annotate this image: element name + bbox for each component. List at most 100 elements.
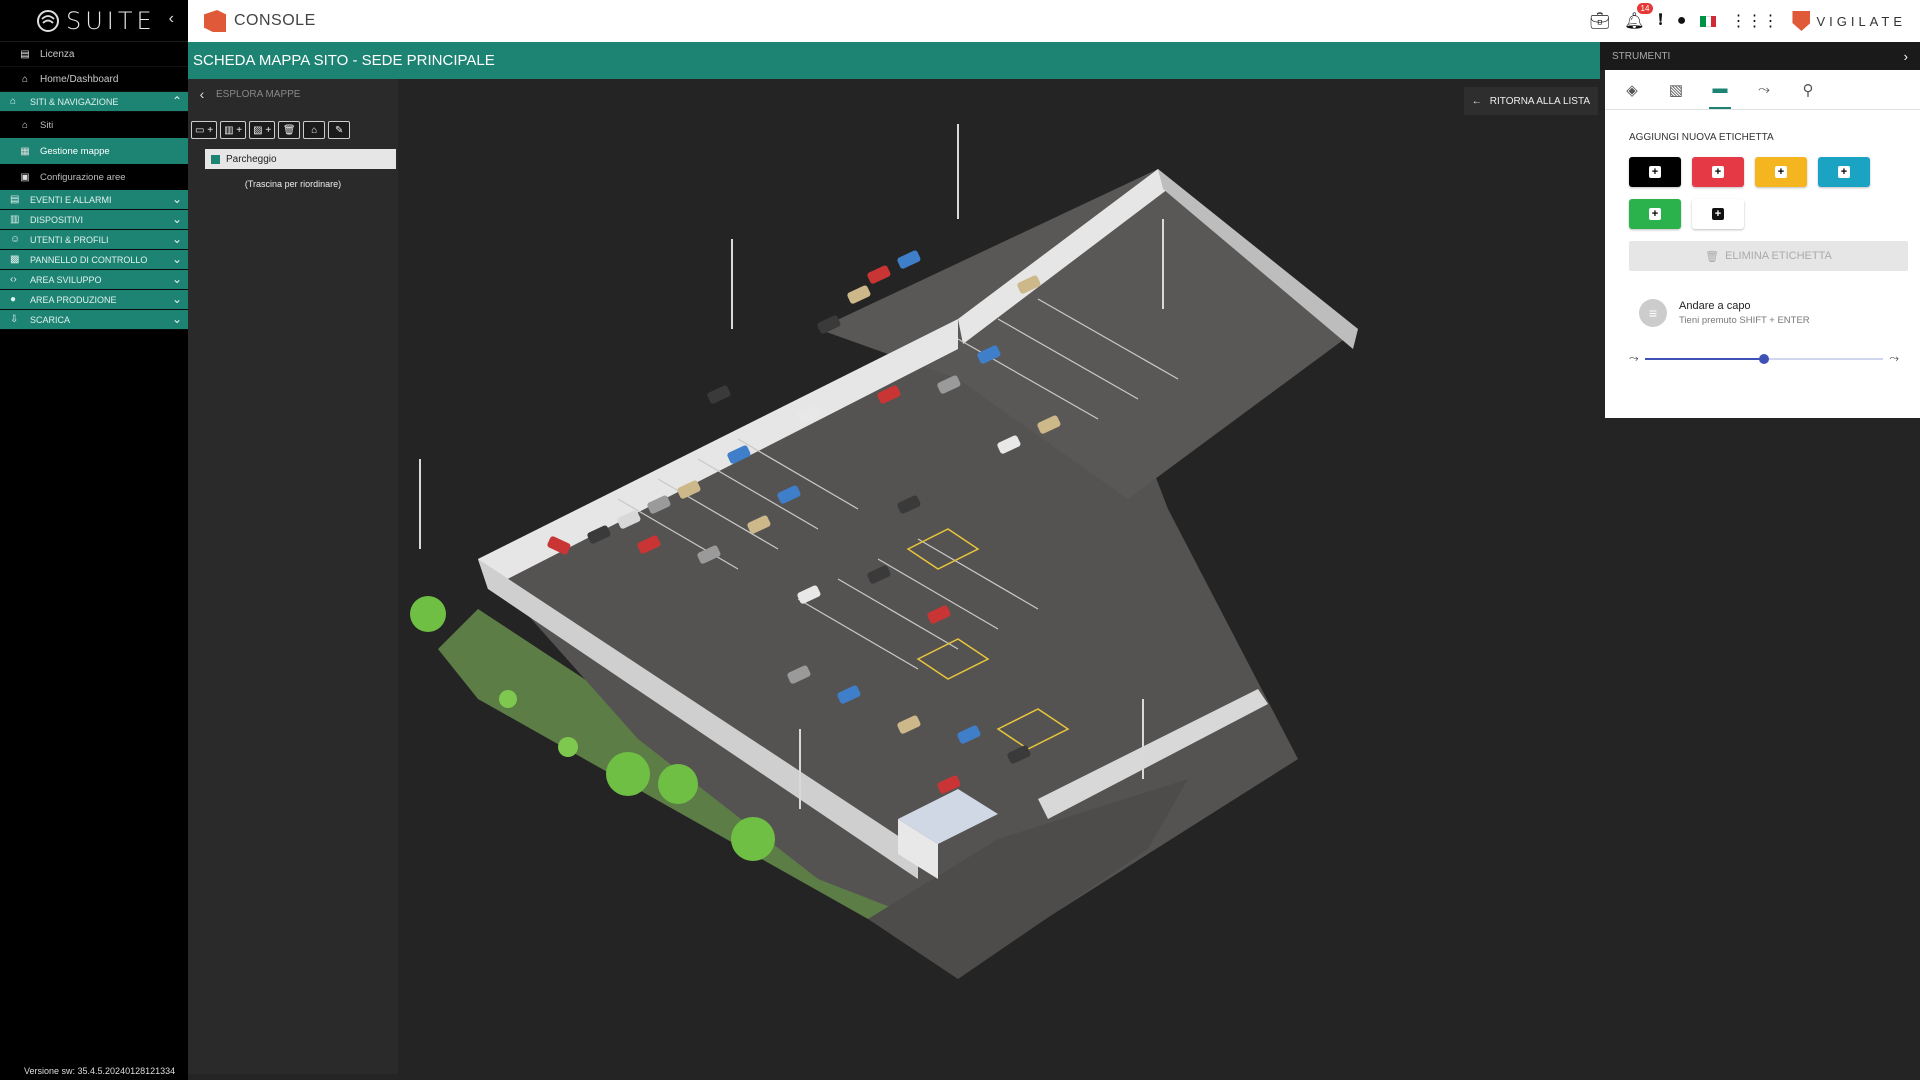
- person-icon: ●: [10, 294, 17, 305]
- area-icon: ▣: [20, 171, 30, 183]
- italian-flag-icon[interactable]: [1700, 15, 1717, 27]
- console-logo-icon: [204, 10, 226, 32]
- explorer-title: ESPLORA MAPPE: [216, 88, 301, 100]
- delete-label-text: ELIMINA ETICHETTA: [1725, 250, 1832, 262]
- software-version: Versione sw: 35.4.5.20240128121334: [24, 1066, 176, 1076]
- sidebar-section-sites[interactable]: ⌂ SITI & NAVIGAZIONE ⌃: [0, 92, 188, 112]
- sidebar-section-produzione[interactable]: ● AREA PRODUZIONE ⌄: [0, 290, 188, 310]
- id-card-icon: ▤: [20, 48, 30, 60]
- sidebar-section-scarica[interactable]: ⇩ SCARICA ⌄: [0, 310, 188, 330]
- back-arrow-icon[interactable]: ‹: [188, 86, 216, 102]
- map-explorer: ‹ ESPLORA MAPPE ▭ + ▥ + ▨ + 🗑︎ ⌂ ✎ Parch…: [188, 79, 398, 1074]
- notifications-bell-icon[interactable]: 🔔︎ 14: [1624, 3, 1654, 31]
- notification-badge: 14: [1636, 3, 1654, 14]
- add-label-cyan-button[interactable]: +: [1818, 157, 1870, 187]
- add-label-title: AGGIUNGI NUOVA ETICHETTA: [1629, 132, 1774, 143]
- site-map-canvas[interactable]: ← RITORNA ALLA LISTA: [398, 79, 1600, 1074]
- section-label: AREA SVILUPPO: [30, 274, 102, 285]
- section-label: PANNELLO DI CONTROLLO: [30, 254, 148, 265]
- chevron-right-icon[interactable]: ›: [1904, 49, 1908, 64]
- app-title: CONSOLE: [234, 12, 316, 29]
- suite-brand: SUITE: [66, 6, 156, 35]
- tree-item-label: Parcheggio: [226, 153, 277, 165]
- chevron-down-icon: ⌄: [171, 212, 182, 226]
- sidebar-section-sviluppo[interactable]: ‹› AREA SVILUPPO ⌄: [0, 270, 188, 290]
- top-actions: 💼︎ 🔔︎ 14 ❗︎ ● ⋮⋮⋮ VIGILATE: [1590, 0, 1906, 42]
- add-image-button[interactable]: ▨ +: [249, 121, 276, 139]
- suite-logo-icon: [37, 9, 59, 32]
- briefcase-icon[interactable]: 💼︎: [1590, 11, 1610, 31]
- sidebar-item-licenza[interactable]: ▤ Licenza: [0, 42, 188, 67]
- add-label-red-button[interactable]: +: [1692, 157, 1744, 187]
- control-panel-icon: ▩: [10, 254, 20, 265]
- tree-item-parcheggio[interactable]: Parcheggio: [205, 149, 396, 169]
- apps-grid-icon[interactable]: ⋮⋮⋮: [1730, 11, 1778, 31]
- back-to-list-button[interactable]: ← RITORNA ALLA LISTA: [1463, 87, 1598, 115]
- section-label: EVENTI E ALLARMI: [30, 194, 112, 205]
- delete-button[interactable]: 🗑︎: [278, 121, 301, 139]
- path-small-icon: ⤳: [1629, 351, 1639, 365]
- sidebar-item-home[interactable]: ⌂ Home/Dashboard: [0, 67, 188, 92]
- delete-label-button[interactable]: 🗑︎ ELIMINA ETICHETTA: [1629, 241, 1908, 271]
- tools-header: STRUMENTI ›: [1600, 42, 1920, 70]
- chevron-down-icon: ⌄: [171, 272, 182, 286]
- vigilate-brand: VIGILATE: [1816, 13, 1906, 29]
- tools-tabs: ◈ ▧ ▬ ⤳ ⚲: [1605, 70, 1920, 110]
- chevron-down-icon: ⌄: [171, 192, 182, 206]
- device-icon: ▥: [10, 214, 20, 225]
- home-outline-icon: ⌂: [21, 119, 29, 131]
- page-title: SCHEDA MAPPA SITO - SEDE PRINCIPALE: [193, 52, 495, 69]
- plus-icon: +: [1649, 166, 1661, 178]
- sidebar-section-eventi[interactable]: ▤ EVENTI E ALLARMI ⌄: [0, 190, 188, 210]
- add-label-green-button[interactable]: +: [1629, 199, 1681, 229]
- section-label: SCARICA: [30, 314, 71, 325]
- chevron-down-icon: ⌄: [171, 292, 182, 306]
- sidebar-item-configurazione-aree[interactable]: ▣ Configurazione aree: [0, 164, 188, 190]
- image-edit-tab-icon[interactable]: ▧: [1665, 71, 1687, 109]
- top-bar: CONSOLE 💼︎ 🔔︎ 14 ❗︎ ● ⋮⋮⋮ VIGILATE: [188, 0, 1920, 42]
- collapse-sidebar-icon[interactable]: ‹: [169, 10, 174, 28]
- chevron-up-icon: ⌃: [171, 94, 182, 108]
- edit-button[interactable]: ✎: [328, 121, 351, 139]
- slider-thumb[interactable]: [1759, 354, 1769, 364]
- add-label-white-button[interactable]: +: [1692, 199, 1744, 229]
- add-map-button[interactable]: ▥ +: [220, 121, 247, 139]
- plus-icon: +: [1712, 208, 1724, 220]
- add-folder-button[interactable]: ▭ +: [191, 121, 218, 139]
- sidebar-item-siti[interactable]: ⌂ Siti: [0, 112, 188, 138]
- slider-track[interactable]: [1645, 354, 1883, 364]
- vigilate-shield-icon: [1792, 11, 1811, 31]
- sidebar-item-label: Siti: [40, 119, 54, 131]
- vigilate-logo: VIGILATE: [1792, 11, 1906, 31]
- slider-fill: [1645, 358, 1764, 360]
- plus-icon: +: [1838, 166, 1850, 178]
- sidebar-item-label: Home/Dashboard: [40, 73, 119, 85]
- explorer-header: ‹ ESPLORA MAPPE: [188, 79, 398, 109]
- label-size-slider[interactable]: ⤳ ⤳: [1629, 349, 1899, 369]
- marker-tab-icon[interactable]: ⚲: [1797, 71, 1819, 109]
- trash-icon: 🗑︎: [1705, 250, 1720, 263]
- sidebar-item-gestione-mappe[interactable]: ▦ Gestione mappe: [0, 138, 188, 164]
- add-label-black-button[interactable]: +: [1629, 157, 1681, 187]
- section-label: UTENTI & PROFILI: [30, 234, 109, 245]
- layers-tab-icon[interactable]: ◈: [1621, 71, 1643, 109]
- alert-icon[interactable]: ❗︎: [1658, 12, 1662, 30]
- section-label: DISPOSITIVI: [30, 214, 84, 225]
- code-icon: ‹›: [10, 274, 17, 285]
- home-button[interactable]: ⌂: [303, 121, 326, 139]
- home-icon: ⌂: [21, 73, 29, 85]
- label-tab-icon[interactable]: ▬: [1709, 71, 1731, 109]
- sidebar-section-utenti[interactable]: ☺ UTENTI & PROFILI ⌄: [0, 230, 188, 250]
- sidebar-section-dispositivi[interactable]: ▥ DISPOSITIVI ⌄: [0, 210, 188, 230]
- back-to-list-label: RITORNA ALLA LISTA: [1489, 95, 1590, 107]
- account-icon[interactable]: ●: [1677, 12, 1687, 30]
- wrap-hint: Tieni premuto SHIFT + ENTER: [1679, 315, 1810, 326]
- line-wrap-hint: ≡ Andare a capo Tieni premuto SHIFT + EN…: [1639, 299, 1920, 327]
- label-color-swatches: + + + + + +: [1629, 157, 1920, 229]
- sidebar-section-pannello[interactable]: ▩ PANNELLO DI CONTROLLO ⌄: [0, 250, 188, 270]
- path-large-icon: ⤳: [1889, 351, 1899, 365]
- section-label: AREA PRODUZIONE: [30, 294, 117, 305]
- path-tab-icon[interactable]: ⤳: [1753, 71, 1775, 109]
- add-label-yellow-button[interactable]: +: [1755, 157, 1807, 187]
- section-label: SITI & NAVIGAZIONE: [30, 96, 119, 107]
